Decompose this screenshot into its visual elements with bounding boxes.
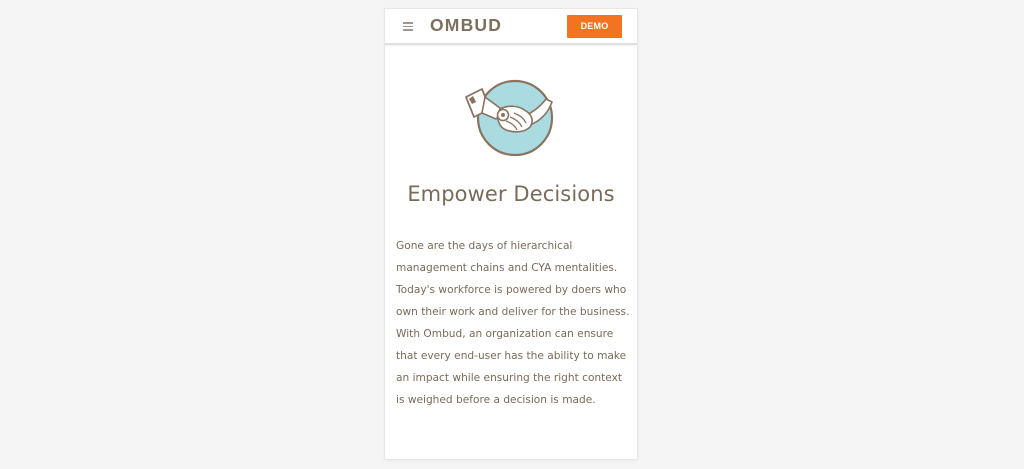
- mobile-viewport: OMBUD DEMO Empower Decisions Gone are th…: [385, 9, 637, 459]
- ombud-logo[interactable]: OMBUD: [430, 16, 516, 34]
- section-title: Empower Decisions: [407, 182, 615, 206]
- handshake-icon: [465, 79, 554, 157]
- logo-text: OMBUD: [430, 16, 502, 34]
- demo-button[interactable]: DEMO: [567, 15, 622, 38]
- section-body-text: Gone are the days of hierarchical manage…: [396, 240, 630, 406]
- hamburger-menu-icon[interactable]: [403, 22, 413, 31]
- top-navigation-bar: OMBUD DEMO: [385, 9, 637, 45]
